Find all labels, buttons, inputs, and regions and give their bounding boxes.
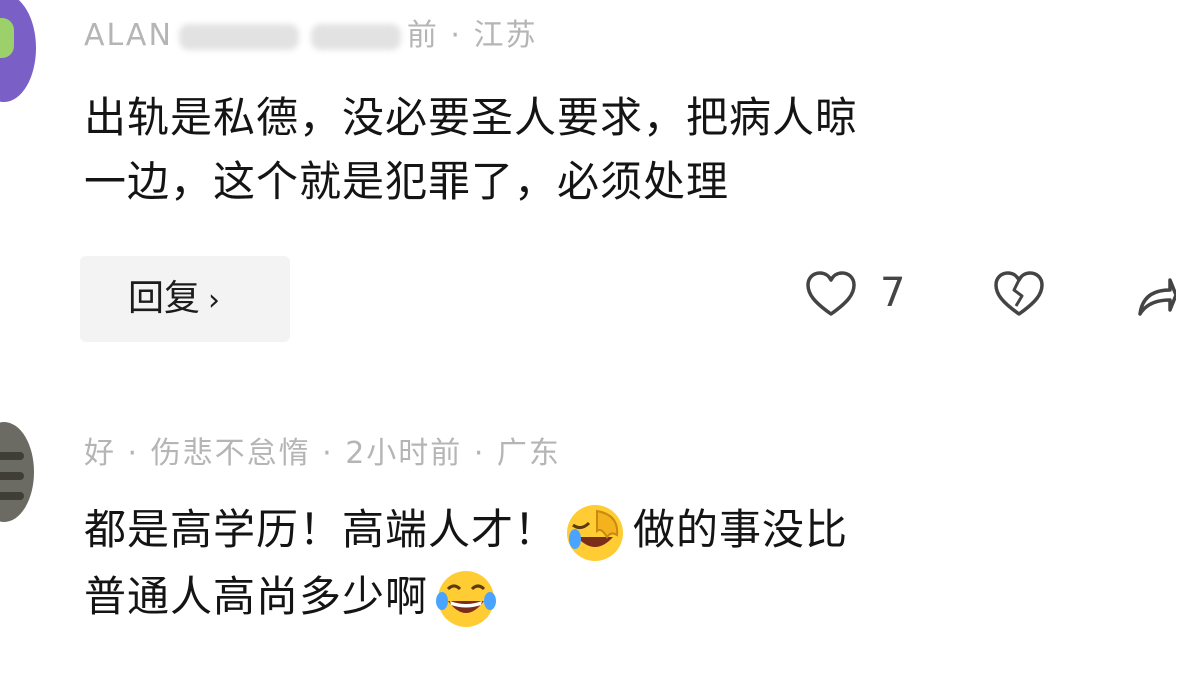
avatar-badge-icon <box>0 18 14 58</box>
comment-segment: 都是高学历！高端人才！ <box>84 505 558 554</box>
comment-text: 都是高学历！高端人才！ 做的事没比 普通人高尚多少啊 <box>84 498 848 631</box>
comment-list: ALAN 前 · 江苏 出轨是私德，没必要圣人要求，把病人晾 一边，这个就是犯罪了… <box>0 0 1177 684</box>
broken-heart-icon[interactable] <box>992 268 1046 322</box>
heart-outline-icon[interactable] <box>804 268 858 322</box>
comment-meta: 好 · 伤悲不怠惰 · 2小时前 · 广东 <box>84 428 561 472</box>
comment-item: ALAN 前 · 江苏 出轨是私德，没必要圣人要求，把病人晾 一边，这个就是犯罪了… <box>0 0 1177 360</box>
avatar-detail <box>0 472 24 480</box>
laughing-tears-emoji <box>436 571 497 627</box>
blurred-text <box>178 23 299 50</box>
reply-label: 回复 <box>128 278 201 319</box>
comment-meta: ALAN 前 · 江苏 <box>84 10 538 54</box>
comment-line: 出轨是私德，没必要圣人要求，把病人晾 <box>84 93 859 142</box>
like-count: 7 <box>880 270 906 316</box>
location-time: 前 · 江苏 <box>406 18 538 53</box>
comment-item: 好 · 伤悲不怠惰 · 2小时前 · 广东 都是高学历！高端人才！ 做的事没比 … <box>0 400 1177 684</box>
share-arrow-icon[interactable] <box>1136 268 1176 322</box>
comment-line: 一边，这个就是犯罪了，必须处理 <box>84 157 730 206</box>
reply-button[interactable]: 回复 › <box>80 256 290 342</box>
comment-line: 普通人高尚多少啊 <box>84 565 848 632</box>
username[interactable]: ALAN <box>84 18 173 53</box>
location-time: 好 · 伤悲不怠惰 · 2小时前 · 广东 <box>84 436 561 471</box>
avatar[interactable] <box>0 422 34 522</box>
comment-line: 都是高学历！高端人才！ 做的事没比 <box>84 498 848 565</box>
avatar[interactable] <box>0 0 36 102</box>
blurred-text <box>310 23 401 50</box>
comment-segment: 普通人高尚多少啊 <box>84 571 429 621</box>
comment-segment: 做的事没比 <box>633 505 849 554</box>
chevron-right-icon: › <box>208 283 221 318</box>
avatar-detail <box>0 452 24 460</box>
face-palm-laugh-emoji <box>567 504 624 561</box>
comment-text: 出轨是私德，没必要圣人要求，把病人晾 一边，这个就是犯罪了，必须处理 <box>84 86 858 214</box>
avatar-detail <box>0 492 24 500</box>
